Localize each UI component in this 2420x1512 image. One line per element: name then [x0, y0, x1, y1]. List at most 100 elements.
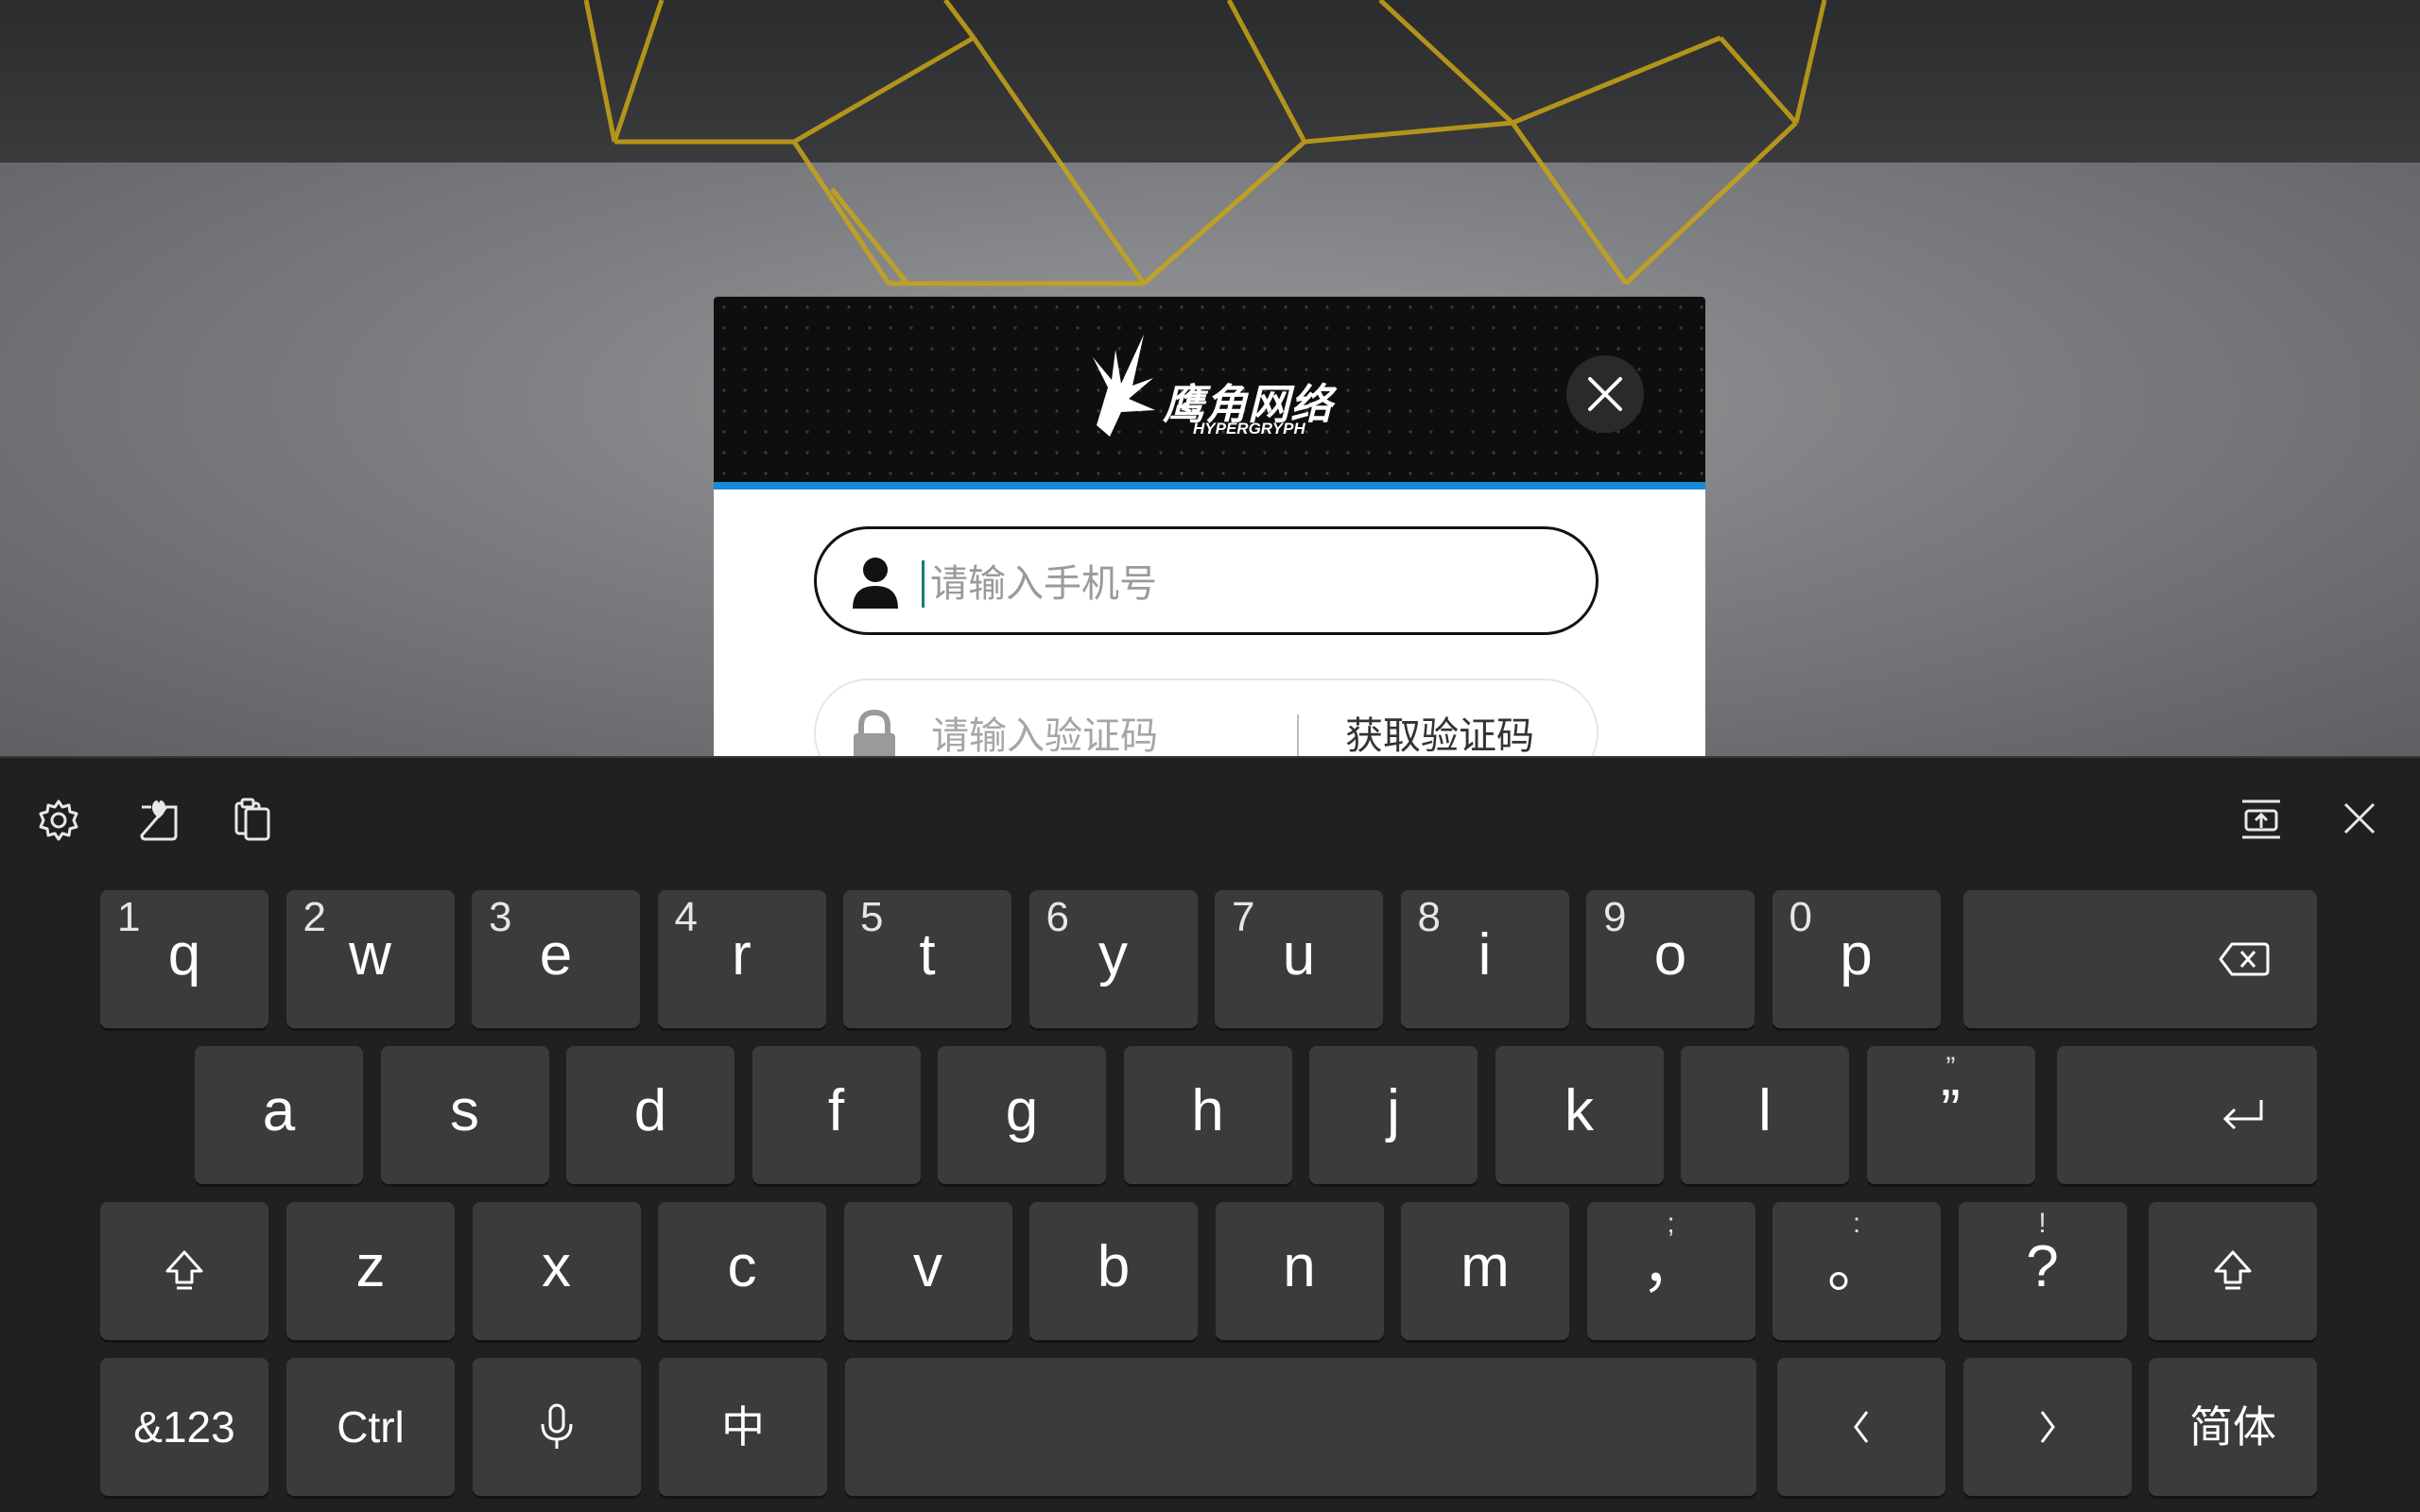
microphone-icon	[541, 1403, 573, 1449]
dock-keyboard-icon[interactable]	[2240, 798, 2282, 841]
key-label: b	[1097, 1234, 1131, 1299]
emoji-heart-icon[interactable]	[136, 796, 182, 843]
code-input-placeholder: 请输入验证码	[931, 715, 1158, 756]
key-label: Ctrl	[337, 1402, 405, 1452]
network-line	[1793, 0, 1827, 124]
key-v[interactable]: v	[843, 1202, 1012, 1340]
key-label: 。	[1826, 1234, 1886, 1299]
lock-icon	[854, 709, 895, 756]
key-s[interactable]: s	[380, 1046, 549, 1184]
key-question[interactable]: !?	[1958, 1202, 2127, 1340]
key-o[interactable]: 9o	[1586, 890, 1754, 1028]
backspace-key[interactable]	[1963, 890, 2317, 1028]
key-w[interactable]: 2w	[285, 890, 455, 1028]
shift-icon	[2214, 1250, 2252, 1290]
network-line	[1510, 121, 1629, 285]
get-code-button[interactable]: 获取验证码	[1345, 713, 1534, 756]
key-t[interactable]: 5t	[843, 890, 1011, 1028]
key-label: j	[1387, 1078, 1400, 1143]
key-d[interactable]: d	[566, 1046, 735, 1184]
key-b[interactable]: b	[1029, 1202, 1198, 1340]
header-accent-bar	[714, 482, 1705, 490]
phone-input-placeholder: 请输入手机号	[930, 563, 1157, 605]
key-label: n	[1283, 1234, 1316, 1299]
shift-key-right[interactable]	[2149, 1202, 2317, 1340]
key-label: s	[450, 1078, 479, 1143]
key-label: p	[1840, 922, 1873, 988]
network-line	[583, 0, 617, 143]
hypergryph-logo: 鹰角网络 HYPERGRYPH	[1087, 331, 1342, 444]
phone-input[interactable]: 请输入手机号	[814, 526, 1599, 635]
key-l[interactable]: l	[1681, 1046, 1849, 1184]
input-mode-key[interactable]: 简体	[2149, 1358, 2317, 1496]
key-label: z	[355, 1234, 386, 1299]
key-label: r	[732, 922, 752, 988]
network-line	[792, 35, 976, 145]
key-p[interactable]: 0p	[1772, 890, 1941, 1028]
key-r[interactable]: 4r	[657, 890, 826, 1028]
input-divider	[1297, 714, 1299, 756]
key-label: k	[1564, 1078, 1594, 1143]
language-key[interactable]: 中	[659, 1358, 827, 1496]
key-comma[interactable]: ;，	[1586, 1202, 1755, 1340]
key-label: v	[913, 1234, 942, 1299]
space-key[interactable]	[845, 1358, 1756, 1496]
symbols-key[interactable]: &123	[100, 1358, 268, 1496]
enter-key[interactable]	[2057, 1046, 2317, 1184]
key-label: o	[1653, 922, 1687, 988]
key-label: ”	[1941, 1078, 1961, 1143]
network-line	[1512, 35, 1721, 126]
key-a[interactable]: a	[195, 1046, 363, 1184]
key-x[interactable]: x	[472, 1202, 641, 1340]
ctrl-key[interactable]: Ctrl	[286, 1358, 455, 1496]
backspace-icon	[2219, 942, 2270, 976]
key-label: l	[1758, 1078, 1772, 1143]
key-c[interactable]: c	[658, 1202, 826, 1340]
clipboard-icon[interactable]	[233, 796, 274, 843]
key-label: &123	[133, 1402, 235, 1452]
shift-icon	[165, 1250, 203, 1290]
microphone-key[interactable]	[473, 1358, 641, 1496]
settings-icon[interactable]	[36, 798, 81, 843]
key-i[interactable]: 8i	[1400, 890, 1569, 1028]
network-line	[791, 140, 891, 285]
dialog-close-button[interactable]	[1566, 355, 1644, 433]
shift-key-left[interactable]	[100, 1202, 268, 1340]
key-g[interactable]: g	[938, 1046, 1106, 1184]
key-label: u	[1282, 922, 1316, 988]
key-quote[interactable]: ””	[1866, 1046, 2035, 1184]
key-label: a	[262, 1078, 296, 1143]
left-arrow-key[interactable]	[1777, 1358, 1945, 1496]
key-label: h	[1191, 1078, 1224, 1143]
text-caret	[922, 560, 925, 608]
deer-antler-icon	[1093, 335, 1155, 437]
right-arrow-key[interactable]	[1963, 1358, 2132, 1496]
key-z[interactable]: z	[286, 1202, 455, 1340]
key-m[interactable]: m	[1401, 1202, 1569, 1340]
dialog-header: 鹰角网络 HYPERGRYPH	[714, 297, 1705, 486]
key-label: d	[633, 1078, 667, 1143]
key-j[interactable]: j	[1309, 1046, 1478, 1184]
key-label: c	[727, 1234, 757, 1299]
verification-code-input[interactable]: 请输入验证码 获取验证码	[814, 679, 1599, 756]
key-label: m	[1461, 1234, 1510, 1299]
key-label: w	[349, 922, 391, 988]
network-line	[1226, 0, 1307, 144]
key-y[interactable]: 6y	[1028, 890, 1198, 1028]
close-keyboard-icon[interactable]	[2342, 801, 2377, 835]
key-label: ，	[1641, 1234, 1701, 1299]
key-f[interactable]: f	[752, 1046, 921, 1184]
key-label: q	[167, 922, 201, 988]
key-k[interactable]: k	[1495, 1046, 1664, 1184]
key-q[interactable]: 1q	[100, 890, 268, 1028]
user-icon	[853, 558, 898, 609]
network-line	[971, 36, 1147, 285]
key-u[interactable]: 7u	[1215, 890, 1383, 1028]
key-period[interactable]: :。	[1772, 1202, 1941, 1340]
chevron-right-icon	[2040, 1411, 2055, 1443]
key-n[interactable]: n	[1215, 1202, 1384, 1340]
close-icon	[1588, 377, 1622, 411]
network-line	[1378, 0, 1514, 125]
key-h[interactable]: h	[1123, 1046, 1292, 1184]
key-e[interactable]: 3e	[472, 890, 640, 1028]
